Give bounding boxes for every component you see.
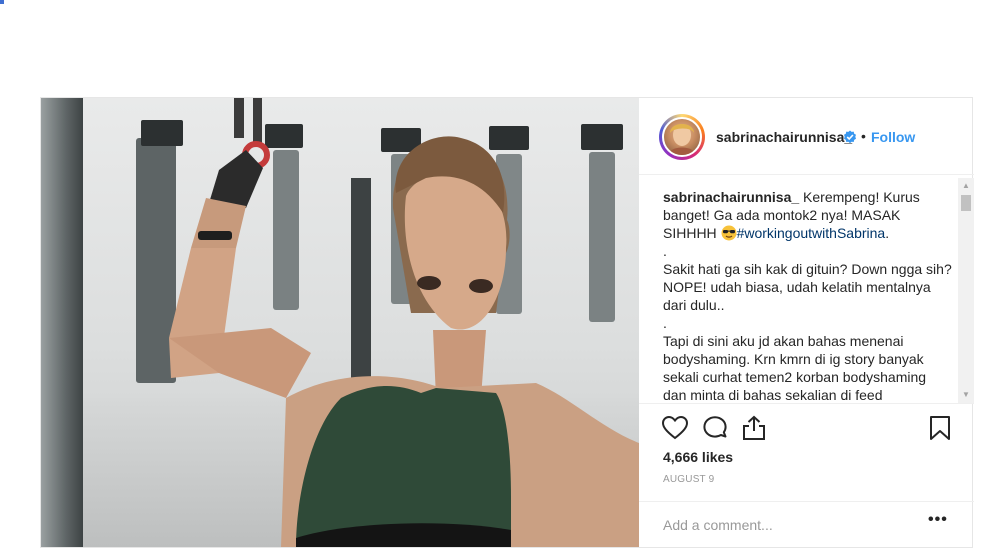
comment-input[interactable]	[663, 515, 913, 535]
scroll-thumb[interactable]	[961, 195, 971, 211]
caption-second-paragraph: Sakit hati ga sih kak di gituin? Down ng…	[663, 261, 952, 313]
avatar-picture	[668, 124, 696, 155]
follow-button[interactable]: Follow	[871, 129, 915, 145]
post-date[interactable]: AUGUST 9	[663, 474, 714, 485]
caption-first-paragraph: sabrinachairunnisa_ Kerempeng! Kurus ban…	[663, 188, 953, 242]
avatar[interactable]	[662, 117, 702, 157]
post-header: sabrinachairunnisa_ • Follow	[639, 98, 974, 175]
caption-username[interactable]: sabrinachairunnisa_	[663, 189, 799, 205]
sunglasses-emoji-icon	[721, 225, 737, 241]
share-icon[interactable]	[740, 414, 768, 442]
post-side-panel: sabrinachairunnisa_ • Follow sabrinachai…	[639, 98, 974, 548]
heart-icon[interactable]	[661, 414, 689, 442]
likes-count[interactable]: 4,666 likes	[663, 449, 733, 465]
post-photo[interactable]	[41, 98, 639, 547]
post-username[interactable]: sabrinachairunnisa_	[716, 129, 852, 145]
caption-area: sabrinachairunnisa_ Kerempeng! Kurus ban…	[663, 188, 953, 402]
caption-intro-end: .	[885, 225, 890, 241]
post-actions	[639, 403, 974, 454]
woman-figure	[169, 98, 639, 547]
scroll-down-arrow-icon[interactable]: ▼	[958, 387, 974, 403]
verified-badge-icon	[844, 130, 856, 144]
comment-icon[interactable]	[701, 414, 729, 442]
bookmark-icon[interactable]	[926, 414, 954, 442]
post-card: sabrinachairunnisa_ • Follow sabrinachai…	[40, 97, 974, 548]
story-ring[interactable]	[659, 114, 705, 160]
caption-third-paragraph: Tapi di sini aku jd akan bahas menenai b…	[663, 333, 930, 402]
scroll-up-arrow-icon[interactable]: ▲	[958, 178, 974, 194]
caption-hashtag[interactable]: #workingoutwithSabrina	[737, 225, 886, 241]
comment-bar: •••	[639, 501, 974, 548]
caption-scrollbar[interactable]: ▲ ▼	[958, 178, 974, 403]
caption-dot: .	[663, 243, 667, 259]
more-options-icon[interactable]: •••	[928, 511, 948, 529]
caption-dot: .	[663, 315, 667, 331]
header-separator: •	[861, 128, 866, 144]
corner-marker	[0, 0, 4, 4]
